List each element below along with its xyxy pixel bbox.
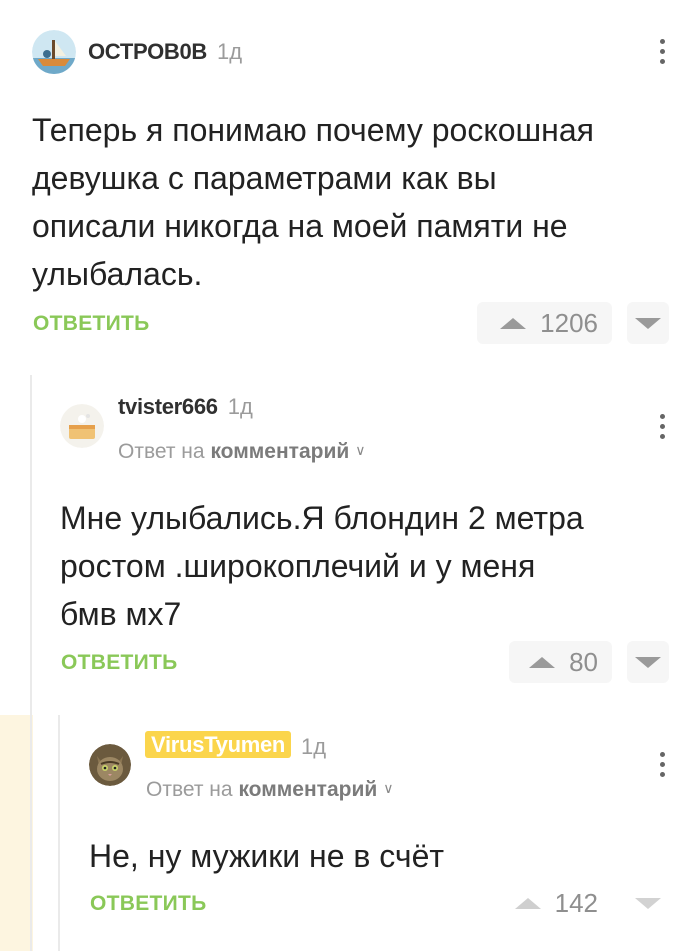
comment-time: 1д — [217, 39, 243, 64]
username[interactable]: tvister666 — [118, 394, 218, 420]
reply-to-link[interactable]: Ответ на комментарий ∨ — [118, 440, 366, 464]
arrow-down-icon — [635, 897, 661, 909]
arrow-down-icon — [635, 656, 661, 668]
reply-button[interactable]: ОТВЕТИТЬ — [61, 651, 178, 675]
comment-text-line: девушка с параметрами как вы — [32, 160, 497, 196]
arrow-down-icon — [635, 317, 661, 329]
chevron-down-icon: ∨ — [383, 780, 394, 796]
thread-line-level1 — [30, 375, 32, 951]
highlight-band — [0, 715, 33, 951]
more-options-icon[interactable] — [659, 752, 665, 777]
avatar[interactable] — [32, 30, 76, 74]
username-badge: VirusTyumen — [145, 731, 292, 758]
reply-to-target: комментарий — [238, 778, 378, 801]
comment-text-line: Не, ну мужики не в счёт — [89, 838, 445, 874]
username[interactable]: ОСТРОВ0В — [88, 39, 207, 65]
comment-text-line: Мне улыбались.Я блондин 2 метра — [60, 500, 584, 536]
comment-text-line: Теперь я понимаю почему роскошная — [32, 112, 594, 148]
comment-text-line: улыбалась. — [32, 256, 203, 292]
reply-to-target: комментарий — [210, 440, 350, 463]
avatar[interactable] — [60, 404, 104, 448]
more-options-icon[interactable] — [659, 39, 665, 64]
arrow-up-icon — [529, 656, 556, 668]
comment-text-line: ростом .широкоплечий и у меня — [60, 548, 536, 584]
username[interactable]: VirusTyumen — [145, 731, 292, 758]
comment-text-line: бмв мх7 — [60, 596, 182, 632]
chevron-down-icon: ∨ — [355, 442, 366, 458]
cake-avatar-icon — [60, 404, 104, 448]
reply-button[interactable]: ОТВЕТИТЬ — [33, 312, 150, 336]
comment-text: Не, ну мужики не в счёт — [89, 832, 679, 880]
upvote-button[interactable]: 142 — [497, 882, 612, 924]
downvote-button[interactable] — [627, 641, 669, 683]
reply-to-link[interactable]: Ответ на комментарий ∨ — [146, 778, 394, 802]
cat-avatar-icon — [89, 744, 131, 786]
more-options-icon[interactable] — [659, 414, 665, 439]
downvote-button[interactable] — [627, 882, 669, 924]
reply-to-prefix: Ответ на — [146, 778, 233, 801]
comment-text-line: описали никогда на моей памяти не — [32, 208, 568, 244]
rating-count: 80 — [569, 646, 598, 677]
comment-header: ОСТРОВ0В 1д — [32, 30, 242, 74]
comment-text: Мне улыбались.Я блондин 2 метра ростом .… — [60, 494, 680, 638]
arrow-up-icon — [514, 897, 541, 909]
rating-count: 1206 — [540, 307, 598, 338]
avatar[interactable] — [89, 744, 131, 786]
thread-line-level2 — [58, 715, 60, 951]
downvote-button[interactable] — [627, 302, 669, 344]
reply-to-prefix: Ответ на — [118, 440, 205, 463]
comment-text: Теперь я понимаю почему роскошная девушк… — [32, 106, 682, 298]
arrow-up-icon — [500, 317, 527, 329]
rating-count: 142 — [554, 887, 598, 918]
comment-time: 1д — [227, 394, 253, 419]
boat-avatar-icon — [32, 30, 76, 74]
reply-button[interactable]: ОТВЕТИТЬ — [90, 892, 207, 916]
upvote-button[interactable]: 80 — [509, 641, 612, 683]
upvote-button[interactable]: 1206 — [477, 302, 612, 344]
comment-time: 1д — [301, 734, 327, 759]
